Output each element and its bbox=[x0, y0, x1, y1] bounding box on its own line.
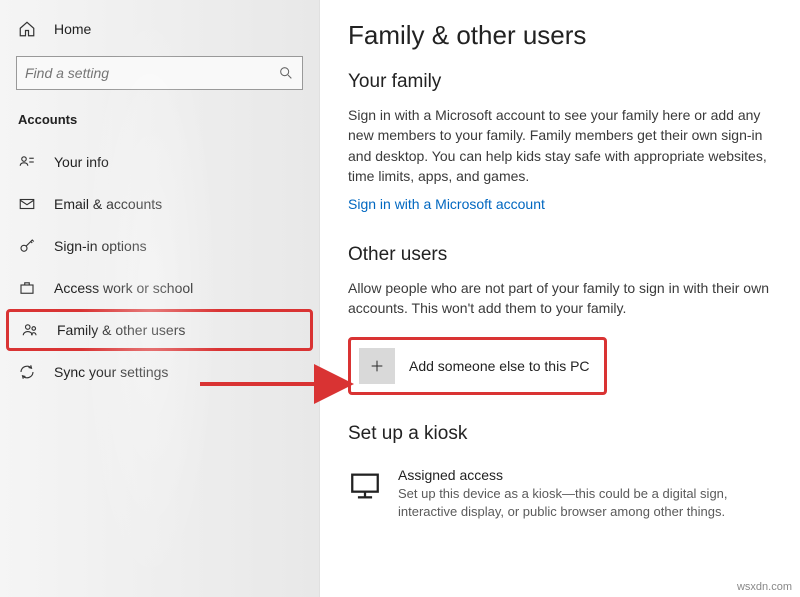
home-icon bbox=[18, 20, 36, 38]
briefcase-icon bbox=[18, 279, 36, 297]
mail-icon bbox=[18, 195, 36, 213]
signin-microsoft-link[interactable]: Sign in with a Microsoft account bbox=[348, 196, 545, 212]
sidebar-item-work-school[interactable]: Access work or school bbox=[0, 267, 319, 309]
monitor-icon bbox=[348, 469, 382, 503]
add-user-row[interactable]: Add someone else to this PC bbox=[348, 337, 607, 395]
nav-home-label: Home bbox=[54, 21, 91, 37]
add-user-plus-button[interactable] bbox=[359, 348, 395, 384]
sidebar-item-label: Access work or school bbox=[54, 280, 193, 296]
people-icon bbox=[21, 321, 39, 339]
search-input[interactable] bbox=[25, 65, 278, 81]
search-icon bbox=[278, 65, 294, 81]
sidebar-item-label: Your info bbox=[54, 154, 109, 170]
sidebar-item-sync[interactable]: Sync your settings bbox=[0, 351, 319, 393]
nav-home[interactable]: Home bbox=[0, 12, 319, 46]
kiosk-heading: Set up a kiosk bbox=[348, 423, 772, 445]
assigned-access-title: Assigned access bbox=[398, 467, 768, 483]
sync-icon bbox=[18, 363, 36, 381]
sidebar-item-email[interactable]: Email & accounts bbox=[0, 183, 319, 225]
your-family-desc: Sign in with a Microsoft account to see … bbox=[348, 105, 772, 186]
watermark: wsxdn.com bbox=[737, 581, 792, 593]
add-user-label: Add someone else to this PC bbox=[409, 358, 590, 374]
sidebar-item-label: Sync your settings bbox=[54, 364, 168, 380]
sidebar-item-signin[interactable]: Sign-in options bbox=[0, 225, 319, 267]
sidebar-item-your-info[interactable]: Your info bbox=[0, 141, 319, 183]
search-container bbox=[0, 46, 319, 106]
plus-icon bbox=[369, 358, 385, 374]
person-id-icon bbox=[18, 153, 36, 171]
page-title: Family & other users bbox=[348, 20, 772, 51]
other-users-heading: Other users bbox=[348, 244, 772, 266]
assigned-access-row[interactable]: Assigned access Set up this device as a … bbox=[348, 457, 772, 521]
search-box[interactable] bbox=[16, 56, 303, 90]
sidebar-item-label: Email & accounts bbox=[54, 196, 162, 212]
settings-sidebar: Home Accounts Your info Email & accounts… bbox=[0, 0, 320, 597]
other-users-desc: Allow people who are not part of your fa… bbox=[348, 278, 772, 319]
assigned-access-desc: Set up this device as a kiosk—this could… bbox=[398, 485, 768, 521]
sidebar-section-label: Accounts bbox=[0, 106, 319, 141]
key-icon bbox=[18, 237, 36, 255]
assigned-access-text: Assigned access Set up this device as a … bbox=[398, 467, 768, 521]
sidebar-item-label: Family & other users bbox=[57, 322, 185, 338]
sidebar-item-family[interactable]: Family & other users bbox=[6, 309, 313, 351]
main-panel: Family & other users Your family Sign in… bbox=[320, 0, 800, 597]
your-family-heading: Your family bbox=[348, 71, 772, 93]
sidebar-item-label: Sign-in options bbox=[54, 238, 147, 254]
